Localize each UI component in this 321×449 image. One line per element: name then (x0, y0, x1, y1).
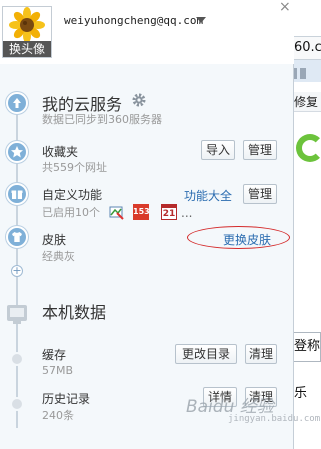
star-icon (6, 141, 28, 163)
skin-title: 皮肤 (42, 233, 67, 247)
highlight-oval (187, 226, 290, 249)
background-logo-fragment (296, 134, 321, 162)
history-title: 历史记录 (42, 392, 91, 406)
gear-icon[interactable] (131, 92, 147, 108)
cache-title: 缓存 (42, 348, 67, 362)
favorites-title: 收藏夹 (42, 145, 79, 159)
account-header: 换头像 weiyuhongcheng@qq.com × (0, 0, 294, 64)
background-toolbar-divider (294, 68, 297, 79)
manage-favorites-button[interactable]: 管理 (243, 140, 277, 160)
background-text-fragment: 乐 (294, 386, 308, 401)
gift-icon (6, 183, 28, 205)
change-avatar-button[interactable]: 换头像 (3, 41, 51, 57)
avatar[interactable]: 换头像 (2, 6, 52, 58)
background-tab-fragment[interactable]: 修复 (292, 92, 321, 112)
background-label-fragment: 登称: (294, 339, 321, 354)
favorites-count: 共559个网址 (42, 161, 107, 174)
monitor-icon (7, 305, 27, 321)
local-data-title: 本机数据 (42, 303, 107, 322)
background-toolbar-divider (300, 68, 306, 79)
account-popup-panel: 换头像 weiyuhongcheng@qq.com × + 我的云服务 数据已同… (0, 0, 320, 449)
disk-icon (10, 352, 24, 366)
close-icon[interactable]: × (279, 0, 291, 14)
history-count: 240条 (42, 409, 74, 422)
account-email[interactable]: weiyuhongcheng@qq.com (64, 14, 203, 27)
cache-size: 57MB (42, 364, 74, 377)
sync-status-text: 数据已同步到360服务器 (42, 113, 162, 126)
monitor-stand (13, 321, 21, 324)
clock-icon (10, 397, 24, 411)
watermark-url: jingyan.baidu.com (228, 414, 321, 424)
153-mail-icon[interactable]: 153 (133, 204, 150, 220)
current-skin-name: 经典灰 (42, 250, 75, 263)
chevron-down-icon[interactable] (196, 17, 206, 23)
import-favorites-button[interactable]: 导入 (201, 140, 235, 160)
tshirt-icon (6, 226, 28, 248)
calendar-icon[interactable]: 21 (161, 204, 177, 220)
sunflower-avatar-icon (9, 7, 45, 43)
change-cache-dir-button[interactable]: 更改目录 (175, 344, 237, 364)
custom-features-count: 已启用10个 (42, 206, 100, 219)
cloud-upload-icon (6, 92, 28, 114)
add-service-icon[interactable]: + (11, 265, 23, 277)
all-features-link[interactable]: 功能大全 (184, 187, 232, 204)
custom-features-title: 自定义功能 (42, 188, 103, 202)
background-url-bar[interactable]: 60.c (292, 36, 321, 60)
more-features-ellipsis[interactable]: ... (181, 206, 192, 220)
screenshot-tool-icon[interactable] (108, 204, 124, 220)
clean-cache-button[interactable]: 清理 (245, 344, 277, 364)
manage-features-button[interactable]: 管理 (243, 184, 277, 204)
